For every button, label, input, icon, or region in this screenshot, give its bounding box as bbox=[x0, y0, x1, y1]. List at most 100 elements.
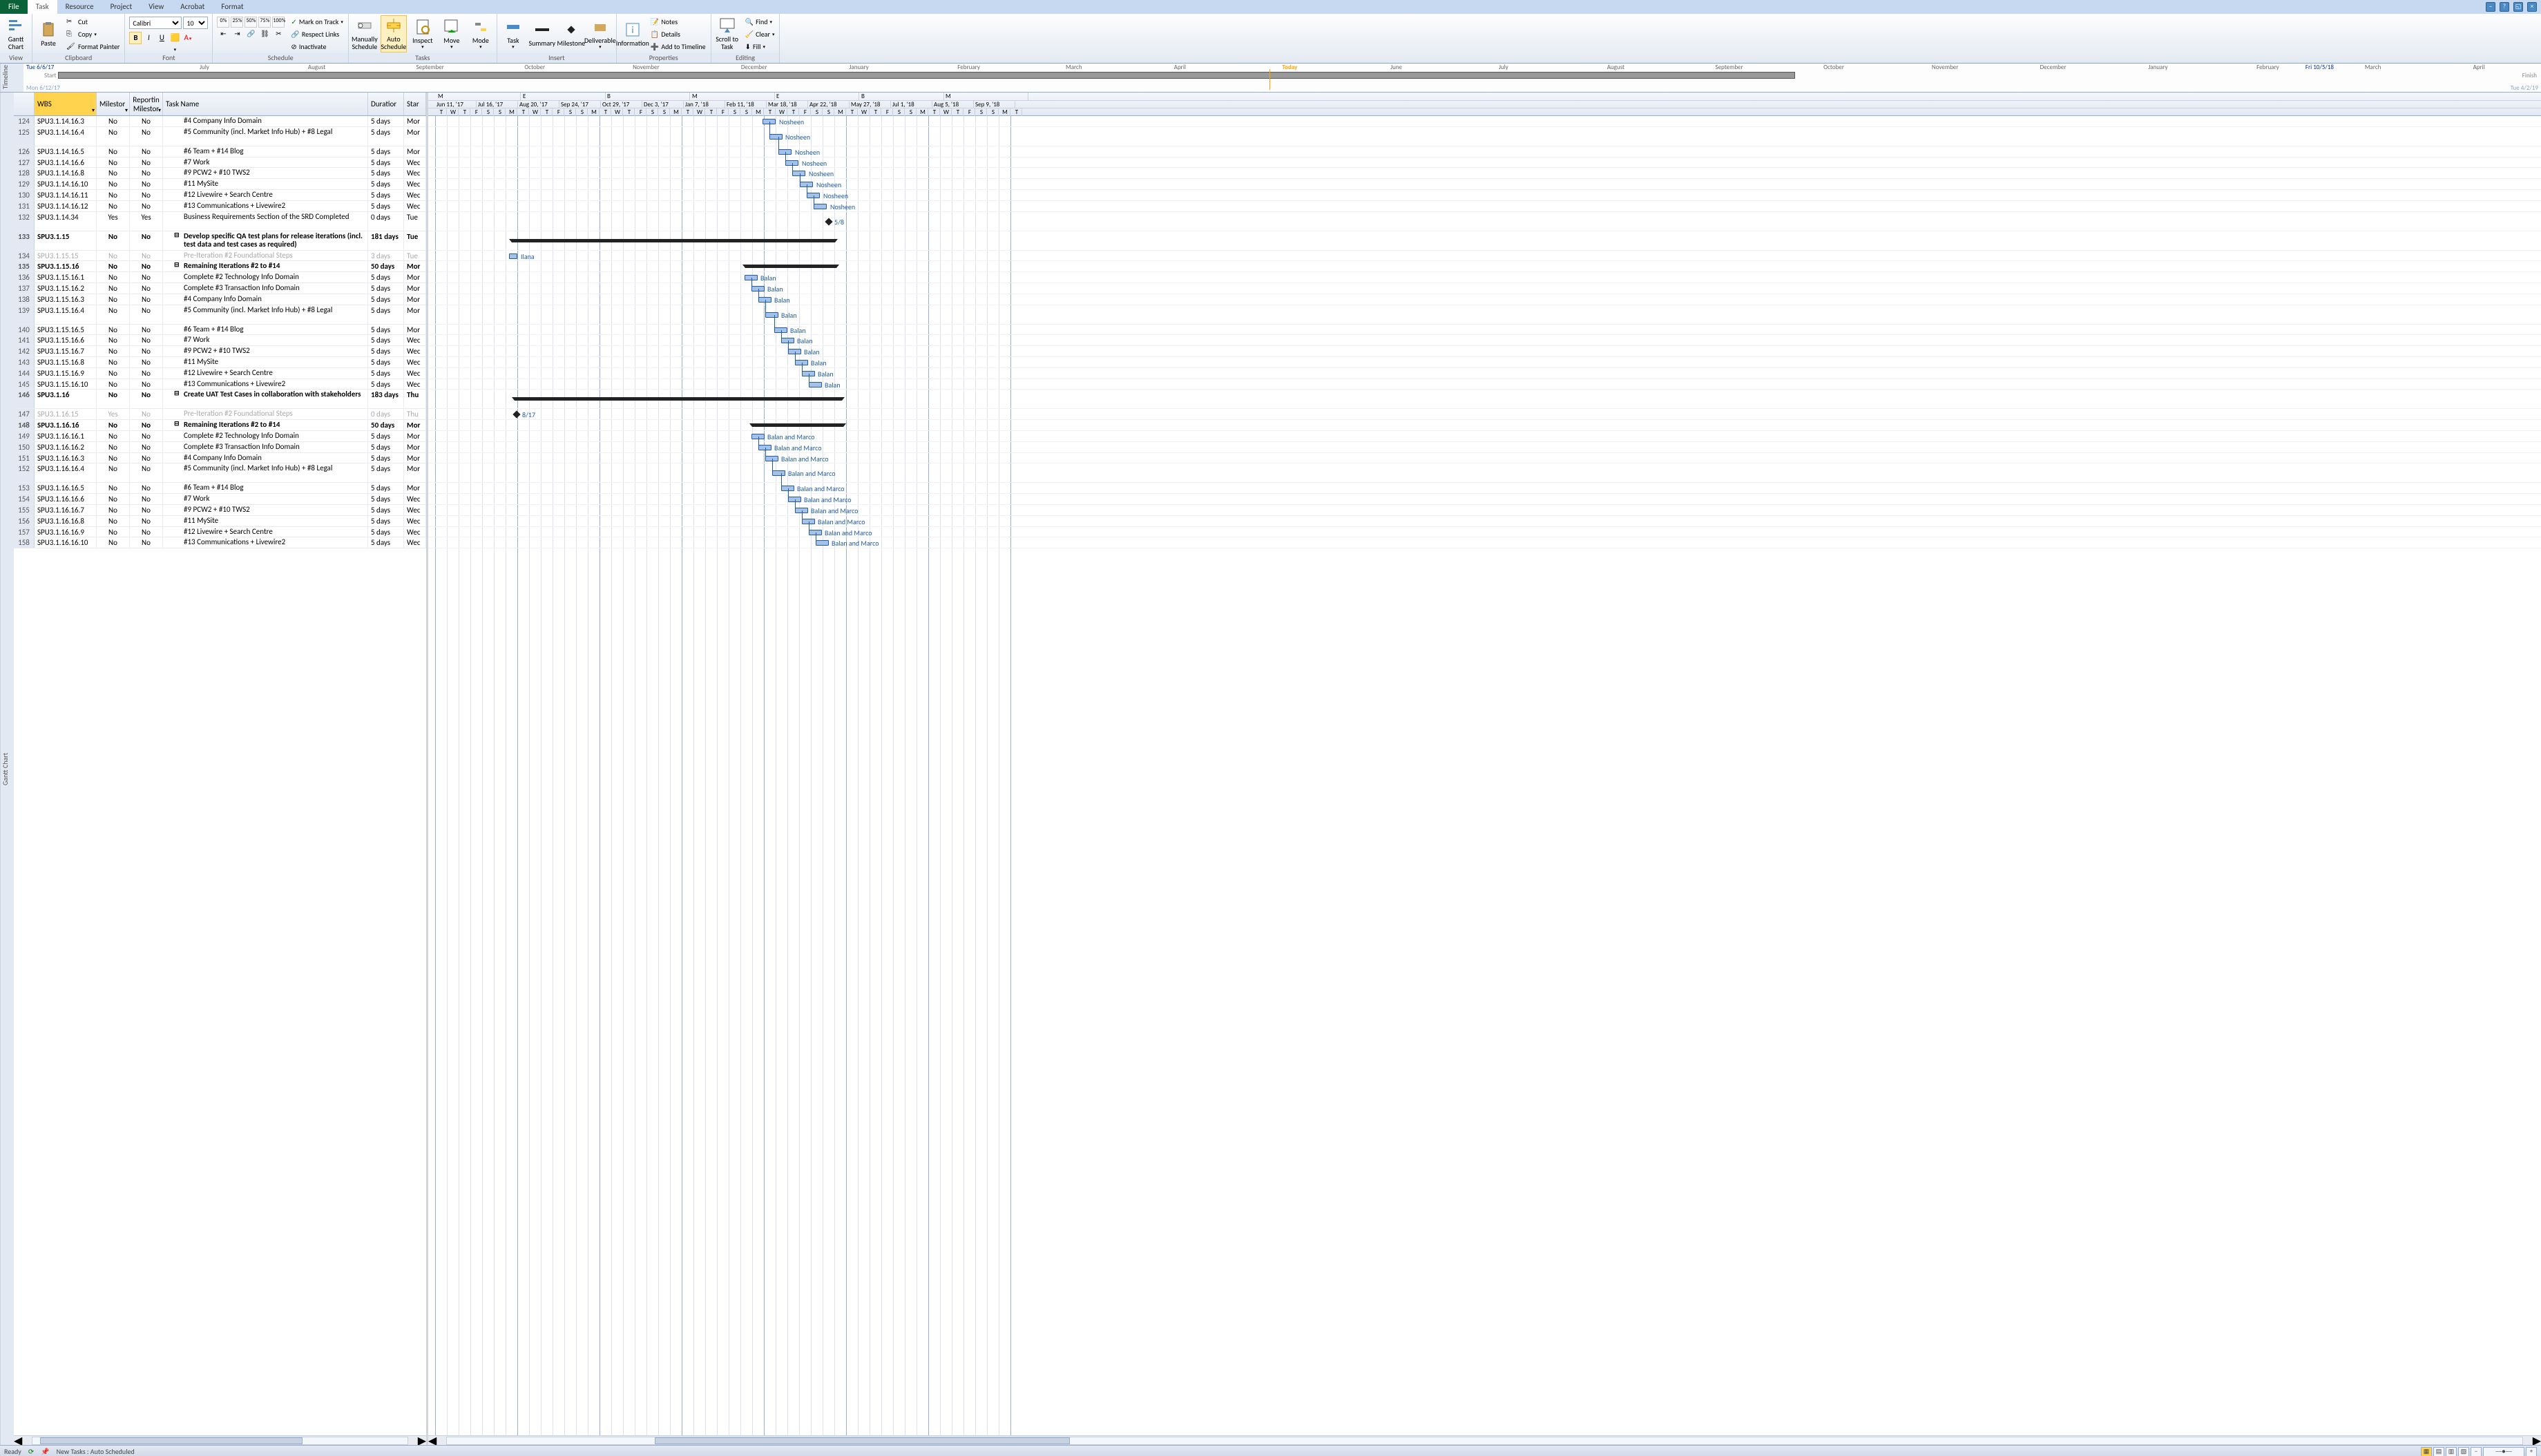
scroll-to-task-button[interactable]: Scroll to Task bbox=[714, 15, 740, 52]
task-row[interactable]: 134SPU3.1.15.15NoNoPre-Iteration #2 Foun… bbox=[14, 251, 426, 262]
help-icon[interactable]: ? bbox=[2500, 2, 2509, 12]
tab-task[interactable]: Task bbox=[28, 0, 57, 14]
inactivate-button[interactable]: ⊘Inactivate bbox=[289, 41, 345, 52]
information-button[interactable]: i Information bbox=[620, 15, 646, 52]
gantt-task-bar[interactable] bbox=[814, 204, 827, 209]
move-button[interactable]: Move▾ bbox=[439, 15, 465, 52]
gantt-task-bar[interactable] bbox=[772, 470, 785, 476]
task-row[interactable]: 127SPU3.1.14.16.6NoNo#7 Work5 daysWec bbox=[14, 157, 426, 169]
clear-button[interactable]: 🧹Clear▾ bbox=[743, 28, 777, 40]
col-header-duration[interactable]: Duratior bbox=[368, 93, 404, 115]
outline-toggle-icon[interactable]: ⊟ bbox=[174, 232, 180, 239]
tab-format[interactable]: Format bbox=[213, 0, 251, 14]
task-row[interactable]: 129SPU3.1.14.16.10NoNo#11 MySite5 daysWe… bbox=[14, 179, 426, 190]
task-row[interactable]: 132SPU3.1.14.34YesYesBusiness Requiremen… bbox=[14, 212, 426, 231]
font-size-select[interactable]: 10 bbox=[183, 17, 208, 29]
outline-toggle-icon[interactable]: ⊟ bbox=[174, 262, 180, 269]
col-header-id[interactable] bbox=[14, 93, 35, 115]
timeline-tab[interactable]: Timeline bbox=[0, 64, 23, 92]
paste-button[interactable]: Paste bbox=[35, 15, 61, 52]
task-row[interactable]: 156SPU3.1.16.16.8NoNo#11 MySite5 daysWec bbox=[14, 516, 426, 527]
gantt-summary-bar[interactable] bbox=[752, 423, 843, 427]
cut-button[interactable]: ✂Cut bbox=[64, 16, 122, 28]
task-row[interactable]: 125SPU3.1.14.16.4NoNo#5 Community (incl.… bbox=[14, 127, 426, 146]
gantt-chart-button[interactable]: Gantt Chart bbox=[3, 15, 29, 52]
italic-button[interactable]: I bbox=[142, 32, 155, 44]
gantt-task-bar[interactable] bbox=[769, 134, 783, 140]
font-color-button[interactable]: A▾ bbox=[182, 32, 194, 44]
task-row[interactable]: 154SPU3.1.16.16.6NoNo#7 Work5 daysWec bbox=[14, 494, 426, 505]
col-header-start[interactable]: Star bbox=[404, 93, 426, 115]
task-row[interactable]: 152SPU3.1.16.16.4NoNo#5 Community (incl.… bbox=[14, 463, 426, 483]
details-button[interactable]: 📋Details bbox=[649, 28, 708, 40]
add-to-timeline-button[interactable]: ➕Add to Timeline bbox=[649, 41, 708, 52]
col-header-reporting-milestone[interactable]: Reportin Milestor▾ bbox=[130, 93, 163, 115]
task-row[interactable]: 138SPU3.1.15.16.3NoNo#4 Company Info Dom… bbox=[14, 294, 426, 305]
col-header-task-name[interactable]: Task Name bbox=[163, 93, 368, 115]
gantt-summary-bar[interactable] bbox=[515, 397, 842, 401]
task-row[interactable]: 141SPU3.1.15.16.6NoNo#7 Work5 daysWec bbox=[14, 335, 426, 346]
mode-button[interactable]: Mode▾ bbox=[468, 15, 494, 52]
minimize-icon[interactable]: – bbox=[2486, 2, 2495, 12]
task-row[interactable]: 137SPU3.1.15.16.2NoNoComplete #3 Transac… bbox=[14, 283, 426, 294]
gantt-summary-bar[interactable] bbox=[512, 239, 835, 242]
gantt-chart-body[interactable]: NosheenNosheenNosheenNosheenNosheenNoshe… bbox=[428, 116, 2541, 1435]
col-header-milestone[interactable]: Milestor▾ bbox=[97, 93, 130, 115]
task-row[interactable]: 136SPU3.1.15.16.1NoNoComplete #2 Technol… bbox=[14, 272, 426, 283]
insert-deliverable-button[interactable]: Deliverable▾ bbox=[587, 15, 613, 52]
tab-view[interactable]: View bbox=[140, 0, 172, 14]
task-row[interactable]: 151SPU3.1.16.16.3NoNo#4 Company Info Dom… bbox=[14, 453, 426, 464]
gantt-task-bar[interactable] bbox=[792, 171, 805, 176]
underline-button[interactable]: U bbox=[155, 32, 168, 44]
tab-file[interactable]: File bbox=[0, 0, 28, 14]
task-row[interactable]: 150SPU3.1.16.16.2NoNoComplete #3 Transac… bbox=[14, 442, 426, 453]
split-button[interactable]: ✂ bbox=[272, 29, 285, 40]
task-row[interactable]: 148SPU3.1.16.16NoNo⊟Remaining Iterations… bbox=[14, 420, 426, 431]
view-gantt-icon[interactable]: ▦ bbox=[2421, 1447, 2432, 1456]
tab-project[interactable]: Project bbox=[102, 0, 141, 14]
restore-icon[interactable]: ◱ bbox=[2513, 2, 2523, 12]
gantt-milestone[interactable] bbox=[512, 411, 520, 419]
gantt-task-bar[interactable] bbox=[816, 540, 829, 546]
task-row[interactable]: 128SPU3.1.14.16.8NoNo#9 PCW2 + #10 TWS25… bbox=[14, 168, 426, 179]
task-row[interactable]: 144SPU3.1.15.16.9NoNo#12 Livewire + Sear… bbox=[14, 368, 426, 379]
tab-resource[interactable]: Resource bbox=[57, 0, 102, 14]
pct-100-button[interactable]: 100% bbox=[272, 17, 285, 28]
task-row[interactable]: 140SPU3.1.15.16.5NoNo#6 Team + #14 Blog5… bbox=[14, 325, 426, 336]
link-button[interactable]: 🔗 bbox=[244, 29, 257, 40]
task-row[interactable]: 149SPU3.1.16.16.1NoNoComplete #2 Technol… bbox=[14, 431, 426, 442]
task-row[interactable]: 133SPU3.1.15NoNo⊟Develop specific QA tes… bbox=[14, 231, 426, 251]
gantt-task-bar[interactable] bbox=[809, 382, 822, 387]
gantt-milestone[interactable] bbox=[825, 218, 832, 225]
respect-links-button[interactable]: 🔗Respect Links bbox=[289, 28, 345, 40]
unlink-button[interactable]: ⛓ bbox=[258, 29, 271, 40]
task-row[interactable]: 130SPU3.1.14.16.11NoNo#12 Livewire + Sea… bbox=[14, 190, 426, 201]
pct-50-button[interactable]: 50% bbox=[244, 17, 257, 28]
task-hscroll[interactable]: ◀▶ bbox=[14, 1435, 426, 1445]
pct-25-button[interactable]: 25% bbox=[231, 17, 243, 28]
task-row[interactable]: 143SPU3.1.15.16.8NoNo#11 MySite5 daysWec bbox=[14, 357, 426, 368]
pct-0-button[interactable]: 0% bbox=[217, 17, 229, 28]
task-row[interactable]: 147SPU3.1.16.15YesNoPre-Iteration #2 Fou… bbox=[14, 409, 426, 420]
zoom-in-icon[interactable]: + bbox=[2526, 1447, 2537, 1456]
view-team-icon[interactable]: ▥ bbox=[2446, 1447, 2457, 1456]
gantt-timescale-header[interactable]: MEBMEBM Jun 11, '17Jul 16, '17Aug 20, '1… bbox=[428, 93, 2541, 116]
task-table-body[interactable]: 124SPU3.1.14.16.3NoNo#4 Company Info Dom… bbox=[14, 116, 426, 1435]
view-resource-icon[interactable]: ▧ bbox=[2458, 1447, 2469, 1456]
insert-summary-button[interactable]: Summary bbox=[529, 15, 555, 52]
insert-milestone-button[interactable]: Milestone bbox=[558, 15, 584, 52]
notes-button[interactable]: 📝Notes bbox=[649, 16, 708, 28]
tab-acrobat[interactable]: Acrobat bbox=[172, 0, 213, 14]
task-row[interactable]: 155SPU3.1.16.16.7NoNo#9 PCW2 + #10 TWS25… bbox=[14, 505, 426, 516]
gantt-hscroll[interactable]: ◀▶ bbox=[428, 1435, 2541, 1445]
insert-task-button[interactable]: Task▾ bbox=[500, 15, 526, 52]
outline-toggle-icon[interactable]: ⊟ bbox=[174, 421, 180, 428]
find-button[interactable]: 🔍Find▾ bbox=[743, 16, 777, 28]
zoom-slider[interactable]: ──●── bbox=[2483, 1447, 2524, 1456]
gantt-chart-side-tab[interactable]: Gantt Chart bbox=[0, 93, 14, 1445]
task-row[interactable]: 146SPU3.1.16NoNo⊟Create UAT Test Cases i… bbox=[14, 390, 426, 409]
task-row[interactable]: 126SPU3.1.14.16.5NoNo#6 Team + #14 Blog5… bbox=[14, 146, 426, 157]
fill-button[interactable]: ⬇Fill▾ bbox=[743, 41, 777, 52]
manual-schedule-button[interactable]: Manually Schedule bbox=[352, 15, 378, 52]
col-header-wbs[interactable]: WBS▾ bbox=[35, 93, 97, 115]
